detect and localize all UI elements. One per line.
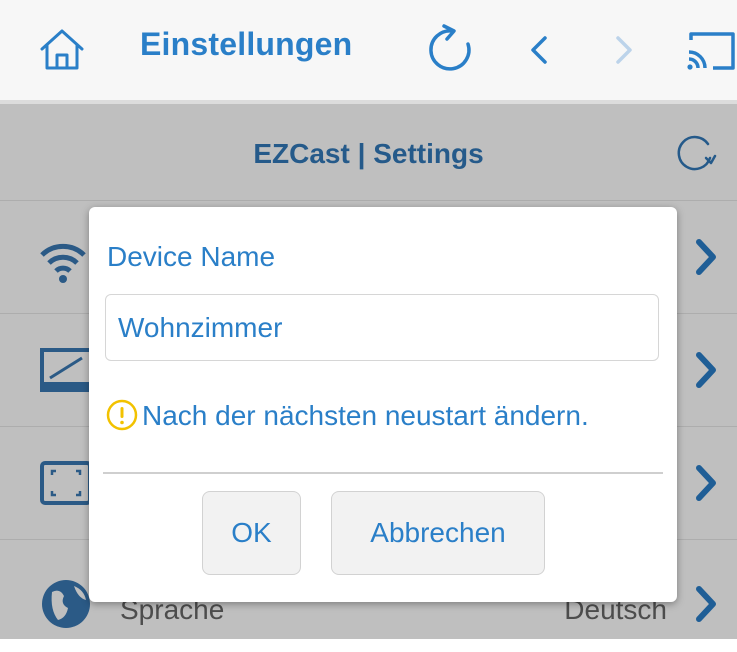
restart-note: Nach der nächsten neustart ändern. xyxy=(106,399,589,432)
restart-note-text: Nach der nächsten neustart ändern. xyxy=(142,400,589,431)
device-name-dialog: Device Name Wohnzimmer Nach der nächsten… xyxy=(89,207,677,602)
refresh-icon[interactable] xyxy=(422,22,478,78)
chevron-right-icon xyxy=(691,583,721,625)
divider xyxy=(103,472,663,474)
page-title: Einstellungen xyxy=(140,26,353,62)
device-name-input[interactable]: Wohnzimmer xyxy=(105,294,659,361)
cancel-button[interactable]: Abbrechen xyxy=(331,491,545,575)
settings-title: EZCast | Settings xyxy=(253,138,484,169)
home-icon[interactable] xyxy=(34,22,90,78)
cast-icon[interactable] xyxy=(681,22,737,78)
forward-icon[interactable] xyxy=(595,22,651,78)
chevron-right-icon xyxy=(691,349,721,391)
ok-button[interactable]: OK xyxy=(202,491,301,575)
reload-icon[interactable] xyxy=(670,130,718,178)
dialog-title: Device Name xyxy=(107,241,276,272)
settings-header: EZCast | Settings xyxy=(0,104,737,201)
chevron-right-icon xyxy=(691,462,721,504)
app-toolbar: Einstellungen xyxy=(0,0,737,104)
back-icon[interactable] xyxy=(512,22,568,78)
warning-icon xyxy=(106,399,138,431)
chevron-right-icon xyxy=(691,236,721,278)
